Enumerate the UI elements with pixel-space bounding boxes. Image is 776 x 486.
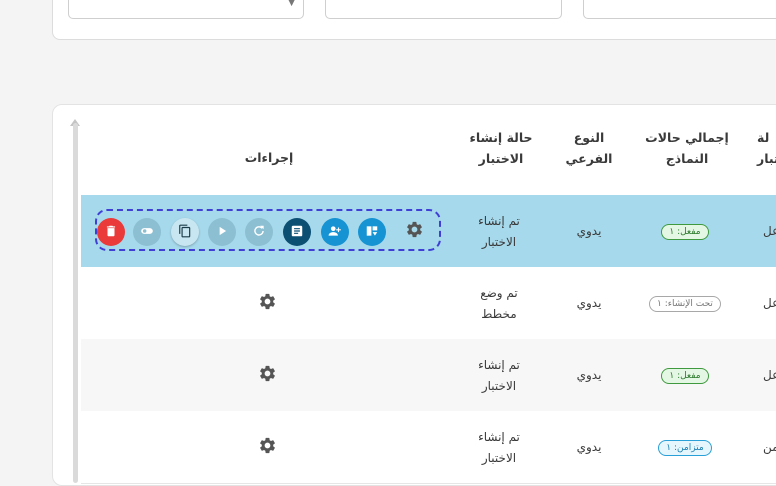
filter-panel: ▼ [52, 0, 776, 40]
refresh-icon [252, 223, 266, 242]
header-edge: لة تبار [757, 127, 776, 169]
header-status: حالة إنشاء الاختبار [455, 127, 547, 169]
status-line1: تم وضع [480, 286, 518, 300]
status-badge: مفعل: ١ [661, 368, 709, 384]
status-line2: الاختبار [481, 379, 517, 393]
subtype-cell: يدوي [576, 296, 602, 310]
edge-cell: عل [763, 368, 776, 382]
header-edge-line1: لة [757, 130, 770, 145]
subtype-cell: يدوي [576, 368, 602, 382]
row-settings-button[interactable] [257, 365, 277, 385]
status-line1: تم إنشاء [478, 214, 520, 228]
copy-icon [178, 223, 192, 242]
copy-button[interactable] [171, 218, 199, 246]
tests-table: إجراءات حالة إنشاء الاختبار النوع الفرعي… [52, 104, 776, 486]
assign-users-button[interactable] [321, 218, 349, 246]
row-settings-button[interactable] [257, 293, 277, 313]
play-icon [215, 223, 229, 242]
total-cell: متزامن: ١ [629, 436, 741, 457]
header-total-line2: النماذج [665, 151, 709, 166]
view-document-button[interactable] [283, 218, 311, 246]
header-subtype-line2: الفرعي [565, 151, 613, 166]
header-edge-line2: تبار [757, 151, 776, 166]
table-row[interactable]: تم إنشاء الاختبار يدوي مفعل: ١ عل [81, 195, 776, 268]
header-actions: إجراءات [244, 150, 294, 165]
edge-cell: من [763, 440, 776, 454]
subtype-cell: يدوي [576, 224, 602, 238]
gear-icon [258, 292, 277, 315]
table-row[interactable]: تم إنشاء الاختبار يدوي مفعل: ١ عل [81, 339, 776, 412]
status-cell: تم إنشاء الاختبار [453, 355, 545, 397]
total-cell: مفعل: ١ [629, 220, 741, 241]
delete-button[interactable] [97, 218, 125, 246]
status-line2: مخطط [481, 307, 517, 321]
page-gutter [0, 0, 20, 464]
document-icon [290, 223, 304, 242]
filter-select-3[interactable] [583, 0, 776, 19]
toggle-button[interactable] [133, 218, 161, 246]
assign-users-icon [328, 223, 342, 242]
status-line1: تم إنشاء [478, 430, 520, 444]
layout-icon [365, 223, 379, 242]
trash-icon [104, 223, 118, 242]
vertical-scrollbar[interactable] [73, 123, 78, 483]
subtype-cell: يدوي [576, 440, 602, 454]
filter-select-2[interactable] [325, 0, 562, 19]
status-cell: تم إنشاء الاختبار [453, 211, 545, 253]
filter-select-1[interactable]: ▼ [68, 0, 304, 19]
total-cell: تحت الإنشاء: ١ [629, 292, 741, 313]
refresh-button[interactable] [245, 218, 273, 246]
run-button[interactable] [208, 218, 236, 246]
header-subtype-line1: النوع [573, 130, 605, 145]
header-total-line1: إجمالي حالات [645, 130, 729, 145]
layout-button[interactable] [358, 218, 386, 246]
edge-cell: عل [763, 296, 776, 310]
status-badge: تحت الإنشاء: ١ [649, 296, 721, 312]
status-badge: متزامن: ١ [658, 440, 712, 456]
table-row[interactable]: تم وضع مخطط يدوي تحت الإنشاء: ١ عل [81, 267, 776, 340]
gear-icon [405, 220, 424, 243]
status-line1: تم إنشاء [478, 358, 520, 372]
status-line2: الاختبار [481, 451, 517, 465]
row-settings-button[interactable] [404, 221, 424, 241]
row-settings-button[interactable] [257, 437, 277, 457]
gear-icon [258, 364, 277, 387]
gear-icon [258, 436, 277, 459]
header-status-line2: الاختبار [478, 151, 524, 166]
status-line2: الاختبار [481, 235, 517, 249]
header-status-line1: حالة إنشاء [469, 130, 533, 145]
chevron-down-icon: ▼ [288, 0, 295, 8]
edge-cell: عل [763, 224, 776, 238]
row-actions-toolbar [95, 209, 441, 251]
total-cell: مفعل: ١ [629, 364, 741, 385]
table-row[interactable]: تم إنشاء الاختبار يدوي متزامن: ١ من [81, 411, 776, 484]
toggle-icon [140, 223, 154, 242]
status-cell: تم وضع مخطط [453, 283, 545, 325]
header-total: إجمالي حالات النماذج [631, 127, 743, 169]
header-subtype: النوع الفرعي [559, 127, 619, 169]
status-badge: مفعل: ١ [661, 224, 709, 240]
status-cell: تم إنشاء الاختبار [453, 427, 545, 469]
